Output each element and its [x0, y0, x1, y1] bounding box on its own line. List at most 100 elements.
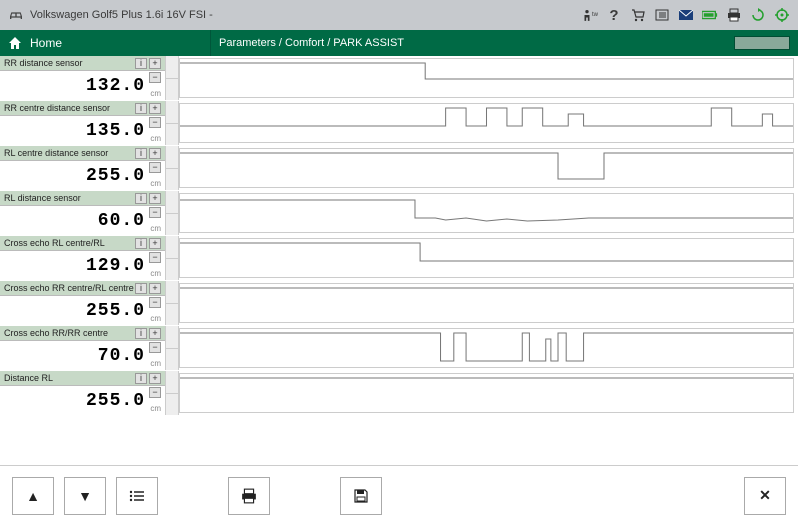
side-up[interactable]: [166, 236, 178, 259]
battery-icon[interactable]: [702, 7, 718, 23]
sensor-header: RR distance sensor i +: [0, 56, 165, 71]
vehicle-name: Volkswagen Golf5 Plus 1.6i 16V FSI -: [30, 9, 213, 21]
sensor-value: 70.0: [98, 346, 145, 366]
side-down[interactable]: [166, 214, 178, 236]
mail-icon[interactable]: [678, 7, 694, 23]
sensor-unit: cm: [150, 134, 161, 143]
side-down[interactable]: [166, 349, 178, 371]
side-down[interactable]: [166, 304, 178, 326]
list-button[interactable]: [116, 477, 158, 515]
plus-button[interactable]: +: [149, 283, 161, 294]
sensor-name: Cross echo RR centre/RL centre: [4, 283, 134, 293]
sensor-unit: cm: [150, 314, 161, 323]
minus-button[interactable]: −: [149, 342, 161, 353]
side-down[interactable]: [166, 259, 178, 281]
info-button[interactable]: i: [135, 103, 147, 114]
cart-icon[interactable]: [630, 7, 646, 23]
plus-button[interactable]: +: [149, 103, 161, 114]
sensor-header: Cross echo RR/RR centre i +: [0, 326, 165, 341]
close-button[interactable]: ✕: [744, 477, 786, 515]
sensor-row: Cross echo RR/RR centre i + 70.0 cm −: [0, 326, 798, 371]
plus-button[interactable]: +: [149, 193, 161, 204]
minus-button[interactable]: −: [149, 387, 161, 398]
plus-button[interactable]: +: [149, 238, 161, 249]
news-icon[interactable]: [654, 7, 670, 23]
side-up[interactable]: [166, 146, 178, 169]
plus-button[interactable]: +: [149, 373, 161, 384]
sensor-graph: [179, 328, 794, 368]
sensor-name: Cross echo RR/RR centre: [4, 328, 108, 338]
side-up[interactable]: [166, 371, 178, 394]
sensor-side-controls: [165, 146, 179, 190]
minus-button[interactable]: −: [149, 207, 161, 218]
sensor-value: 255.0: [86, 301, 145, 321]
info-button[interactable]: i: [135, 238, 147, 249]
side-up[interactable]: [166, 191, 178, 214]
print-button[interactable]: [228, 477, 270, 515]
sensor-unit: cm: [150, 269, 161, 278]
side-up[interactable]: [166, 101, 178, 124]
sensor-graph: [179, 283, 794, 323]
sensor-side-controls: [165, 56, 179, 100]
minus-button[interactable]: −: [149, 297, 161, 308]
save-icon: [354, 489, 368, 503]
sensor-graph: [179, 148, 794, 188]
sensor-name: Cross echo RL centre/RL: [4, 238, 105, 248]
info-button[interactable]: i: [135, 373, 147, 384]
sensor-row: RR centre distance sensor i + 135.0 cm −: [0, 101, 798, 146]
breadcrumb-indicator: [734, 36, 790, 50]
sensor-value: 255.0: [86, 391, 145, 411]
plus-button[interactable]: +: [149, 58, 161, 69]
top-bar: Volkswagen Golf5 Plus 1.6i 16V FSI - tw …: [0, 0, 798, 30]
plus-button[interactable]: +: [149, 148, 161, 159]
top-toolbar: tw ?: [582, 7, 790, 23]
save-button[interactable]: [340, 477, 382, 515]
sensor-graph: [179, 103, 794, 143]
scroll-down-button[interactable]: ▼: [64, 477, 106, 515]
person-icon[interactable]: tw: [582, 7, 598, 23]
minus-button[interactable]: −: [149, 117, 161, 128]
minus-button[interactable]: −: [149, 72, 161, 83]
refresh-icon[interactable]: [750, 7, 766, 23]
info-button[interactable]: i: [135, 193, 147, 204]
sensor-row: Cross echo RL centre/RL i + 129.0 cm −: [0, 236, 798, 281]
print-icon: [241, 488, 257, 504]
side-up[interactable]: [166, 56, 178, 79]
help-icon[interactable]: ?: [606, 7, 622, 23]
sensor-name: RL distance sensor: [4, 193, 81, 203]
sensor-graph: [179, 238, 794, 278]
breadcrumb: Parameters / Comfort / PARK ASSIST: [210, 30, 798, 56]
sensor-header: RR centre distance sensor i +: [0, 101, 165, 116]
minus-button[interactable]: −: [149, 162, 161, 173]
info-button[interactable]: i: [135, 58, 147, 69]
sensor-name: RL centre distance sensor: [4, 148, 108, 158]
info-button[interactable]: i: [135, 328, 147, 339]
sensor-unit: cm: [150, 359, 161, 368]
scroll-up-button[interactable]: ▲: [12, 477, 54, 515]
sensor-header: RL centre distance sensor i +: [0, 146, 165, 161]
sensor-graph: [179, 193, 794, 233]
sensor-name: Distance RL: [4, 373, 53, 383]
sensor-unit: cm: [150, 89, 161, 98]
plus-button[interactable]: +: [149, 328, 161, 339]
list-icon: [129, 490, 145, 502]
bottom-toolbar: ▲ ▼ ✕: [0, 465, 798, 525]
sensor-header: Cross echo RR centre/RL centre i +: [0, 281, 165, 296]
minus-button[interactable]: −: [149, 252, 161, 263]
side-down[interactable]: [166, 394, 178, 416]
sensor-unit: cm: [150, 404, 161, 413]
info-button[interactable]: i: [135, 148, 147, 159]
side-down[interactable]: [166, 79, 178, 101]
sensor-side-controls: [165, 326, 179, 370]
print-icon[interactable]: [726, 7, 742, 23]
side-down[interactable]: [166, 169, 178, 191]
info-button[interactable]: i: [135, 283, 147, 294]
settings-icon[interactable]: [774, 7, 790, 23]
home-button[interactable]: Home: [0, 30, 210, 56]
breadcrumb-text: Parameters / Comfort / PARK ASSIST: [219, 37, 404, 49]
sensor-header: RL distance sensor i +: [0, 191, 165, 206]
side-up[interactable]: [166, 326, 178, 349]
sensor-row: Cross echo RR centre/RL centre i + 255.0…: [0, 281, 798, 326]
side-down[interactable]: [166, 124, 178, 146]
side-up[interactable]: [166, 281, 178, 304]
